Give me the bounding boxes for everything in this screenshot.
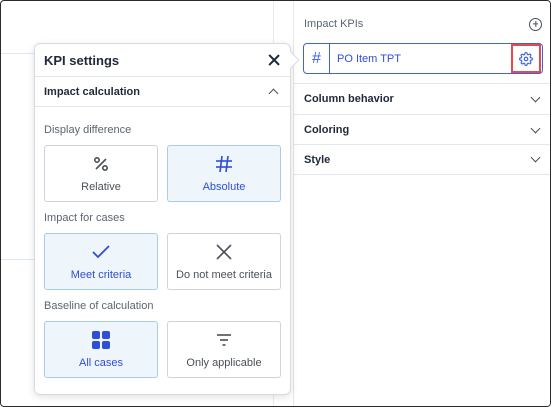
popover-header: KPI settings — [35, 44, 290, 77]
filter-icon — [216, 330, 232, 350]
impact-kpis-title: Impact KPIs — [304, 18, 364, 30]
section-coloring[interactable]: Coloring — [294, 114, 550, 145]
impact-calculation-header[interactable]: Impact calculation — [35, 77, 290, 107]
option-absolute[interactable]: Absolute — [167, 145, 281, 202]
impact-for-cases-label: Impact for cases — [44, 212, 125, 224]
x-icon — [215, 242, 233, 262]
gear-icon — [519, 51, 533, 66]
kpi-field[interactable]: # PO Item TPT — [303, 43, 543, 74]
section-style[interactable]: Style — [294, 144, 550, 175]
canvas-gridline — [1, 259, 35, 260]
popover-title: KPI settings — [44, 52, 120, 68]
option-label: Do not meet criteria — [176, 269, 272, 281]
canvas-gridline — [1, 53, 35, 54]
baseline-label: Baseline of calculation — [44, 300, 154, 312]
right-settings-panel: Impact KPIs # PO Item TPT Column behavio… — [293, 1, 550, 406]
section-label: Column behavior — [304, 93, 394, 105]
app-frame: Impact KPIs # PO Item TPT Column behavio… — [0, 0, 551, 407]
chevron-down-icon — [530, 92, 541, 102]
add-circle-icon[interactable] — [529, 17, 542, 31]
option-only-applicable[interactable]: Only applicable — [167, 321, 281, 378]
option-label: All cases — [78, 357, 124, 369]
check-icon — [91, 242, 111, 262]
option-meet-criteria[interactable]: Meet criteria — [44, 233, 158, 290]
grid-icon — [92, 330, 110, 350]
section-label: Coloring — [304, 124, 350, 136]
option-do-not-meet-criteria[interactable]: Do not meet criteria — [167, 233, 281, 290]
section-column-behavior[interactable]: Column behavior — [294, 83, 550, 114]
impact-kpis-header: Impact KPIs — [304, 17, 542, 31]
option-relative[interactable]: Relative — [44, 145, 158, 202]
option-label: Relative — [81, 181, 121, 193]
hash-icon — [214, 154, 234, 174]
kpi-name[interactable]: PO Item TPT — [337, 53, 511, 65]
section-label: Style — [304, 153, 331, 166]
option-label: Absolute — [202, 181, 246, 193]
display-difference-label: Display difference — [44, 124, 132, 136]
option-label: Meet criteria — [70, 269, 132, 281]
option-all-cases[interactable]: All cases — [44, 321, 158, 378]
kpi-settings-popover: KPI settings Impact calculation Display … — [34, 43, 300, 395]
chevron-up-icon — [268, 88, 279, 99]
hash-icon: # — [304, 44, 330, 73]
chevron-down-icon — [530, 152, 541, 163]
close-icon[interactable] — [268, 54, 280, 66]
percent-icon — [93, 154, 109, 174]
chevron-down-icon — [530, 123, 541, 133]
option-label: Only applicable — [186, 357, 262, 369]
section-title: Impact calculation — [44, 85, 140, 98]
kpi-settings-button[interactable] — [511, 44, 541, 73]
